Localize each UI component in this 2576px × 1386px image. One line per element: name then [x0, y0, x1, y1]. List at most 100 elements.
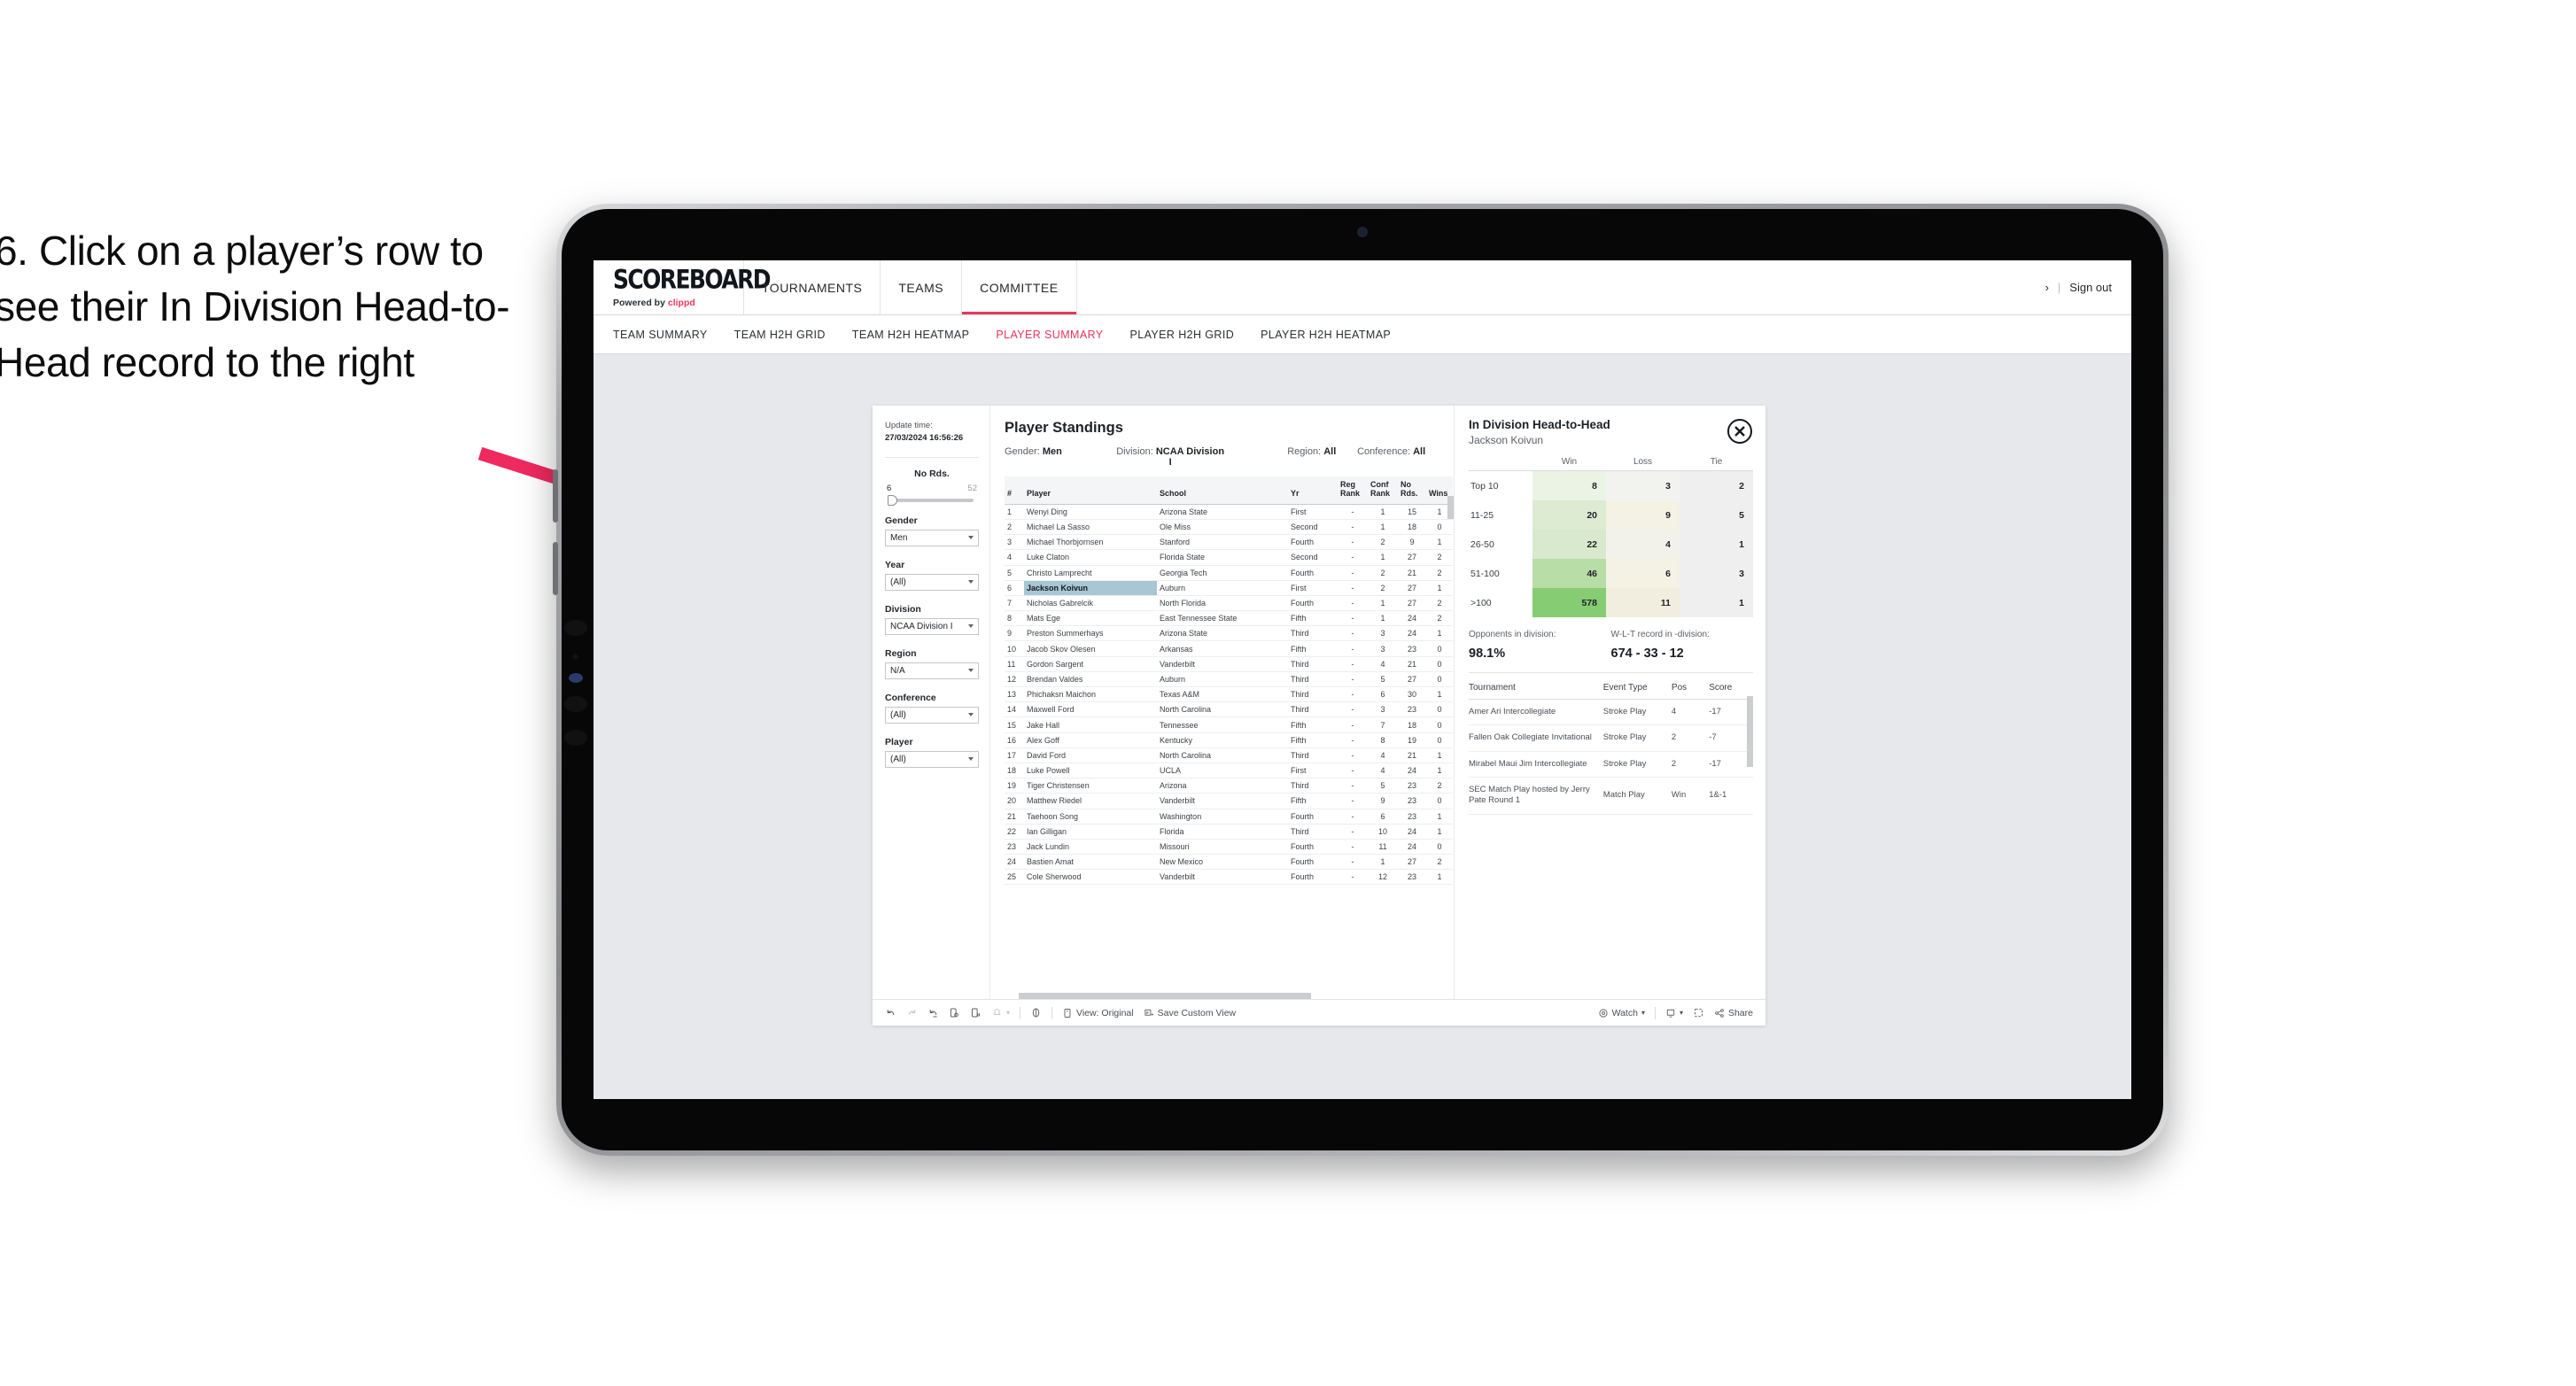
table-row[interactable]: 24 Bastien Amat New Mexico Fourth -1 27 2	[1005, 854, 1453, 871]
table-row[interactable]: 5 Christo Lamprecht Georgia Tech Fourth -2 21…	[1005, 565, 1453, 581]
col-reg-rank[interactable]: Reg Rank	[1338, 476, 1368, 505]
h2h-row[interactable]: Top 10 8 3 2	[1469, 470, 1753, 500]
col-yr[interactable]: Yr	[1288, 476, 1338, 505]
table-row[interactable]: 9 Preston Summerhays Arizona State Third -3 2…	[1005, 625, 1453, 642]
watch-button[interactable]: Watch ▾	[1598, 1008, 1645, 1018]
refresh-data-icon[interactable]	[949, 1007, 960, 1018]
cell-wins: 0	[1426, 732, 1453, 748]
tournament-scrollbar[interactable]	[1747, 696, 1753, 767]
table-row[interactable]: 7 Nicholas Gabrelcik North Florida Fourth -1…	[1005, 595, 1453, 612]
table-row[interactable]: 1 Wenyi Ding Arizona State First -1 15 1	[1005, 504, 1453, 520]
cell-rank: 16	[1005, 732, 1024, 748]
filter-year-select[interactable]: (All)	[885, 573, 979, 591]
table-row[interactable]: 20 Matthew Riedel Vanderbilt Fifth -9 23 0	[1005, 793, 1453, 809]
h2h-row[interactable]: >100 578 11 1	[1469, 588, 1753, 617]
tab-player-h2h-grid[interactable]: PLAYER H2H GRID	[1130, 329, 1235, 341]
tournament-row[interactable]: Fallen Oak Collegiate Invitational Stroke…	[1469, 724, 1753, 752]
table-row[interactable]: 17 David Ford North Carolina Third -4 21 1	[1005, 747, 1453, 763]
slider-track[interactable]	[888, 494, 974, 506]
table-row[interactable]: 11 Gordon Sargent Vanderbilt Third -4 21 0	[1005, 656, 1453, 672]
table-horizontal-scrollbar[interactable]	[1019, 993, 1311, 999]
filter-player-select[interactable]: (All)	[885, 750, 979, 768]
highlight-icon[interactable]	[1030, 1007, 1042, 1018]
tournament-name: SEC Match Play hosted by Jerry Pate Roun…	[1469, 777, 1603, 815]
nav-item-teams[interactable]: TEAMS	[881, 260, 963, 314]
table-row[interactable]: 23 Jack Lundin Missouri Fourth -11 24 0	[1005, 839, 1453, 856]
cell-yr: Third	[1288, 778, 1338, 794]
table-row[interactable]: 3 Michael Thorbjornsen Stanford Fourth -2 9 1	[1005, 534, 1453, 551]
tournament-row[interactable]: Mirabel Maui Jim Intercollegiate Stroke P…	[1469, 751, 1753, 778]
tab-team-summary[interactable]: TEAM SUMMARY	[613, 329, 708, 341]
tab-player-summary[interactable]: PLAYER SUMMARY	[996, 329, 1103, 341]
cell-yr: Fifth	[1288, 610, 1338, 627]
nav-item-tournaments[interactable]: TOURNAMENTS	[744, 260, 881, 314]
h2h-cell-tie: 1	[1680, 588, 1753, 617]
h2h-matrix-body: Top 10 8 3 2 11-25 20 9 5 26-50 22 4 1 51-100 46 6 3 >10…	[1469, 470, 1753, 617]
revert-icon[interactable]	[927, 1007, 939, 1018]
cell-yr: Second	[1288, 549, 1338, 566]
watch-label: Watch	[1611, 1007, 1638, 1018]
h2h-row[interactable]: 51-100 46 6 3	[1469, 559, 1753, 588]
cell-player: David Ford	[1024, 747, 1157, 763]
tournament-row[interactable]: Amer Ari Intercollegiate Stroke Play 4 -17	[1469, 699, 1753, 726]
h2h-row[interactable]: 11-25 20 9 5	[1469, 500, 1753, 530]
filter-region-select[interactable]: N/A	[885, 662, 979, 679]
device-caret-icon: ▾	[1679, 1009, 1683, 1017]
table-row[interactable]: 19 Tiger Christensen Arizona Third -5 23 2	[1005, 778, 1453, 794]
table-vertical-scrollbar[interactable]	[1447, 496, 1454, 519]
table-row[interactable]: 13 Phichaksn Maichon Texas A&M Third -6 30 1	[1005, 686, 1453, 703]
save-custom-view-button[interactable]: Save Custom View	[1144, 1008, 1236, 1018]
device-layout-button[interactable]: ▾	[1665, 1008, 1683, 1018]
table-row[interactable]: 4 Luke Claton Florida State Second -1 27 2	[1005, 549, 1453, 566]
table-row[interactable]: 15 Jake Hall Tennessee Fifth -7 18 0	[1005, 716, 1453, 733]
close-circle-icon[interactable]	[1726, 418, 1753, 445]
table-row[interactable]: 18 Luke Powell UCLA First -4 24 1	[1005, 763, 1453, 779]
filter-conference-select[interactable]: (All)	[885, 706, 979, 724]
table-row[interactable]: 22 Ian Gilligan Florida Third -10 24 1	[1005, 824, 1453, 840]
account-caret-icon[interactable]: ›	[2045, 281, 2049, 294]
no-rounds-slider[interactable]: No Rds. 6 52	[885, 468, 979, 506]
tab-player-h2h-heatmap[interactable]: PLAYER H2H HEATMAP	[1261, 329, 1391, 341]
view-original-button[interactable]: View: Original	[1062, 1008, 1134, 1018]
table-row[interactable]: 2 Michael La Sasso Ole Miss Second -1 18 0	[1005, 519, 1453, 536]
h2h-bucket-label: 26-50	[1469, 530, 1532, 559]
fullscreen-icon[interactable]	[1693, 1007, 1704, 1018]
table-row[interactable]: 8 Mats Ege East Tennessee State Fifth -1 24 2	[1005, 610, 1453, 627]
col-player[interactable]: Player	[1024, 476, 1157, 505]
redo-icon[interactable]	[906, 1007, 918, 1018]
cell-conf: 10	[1368, 824, 1398, 840]
tournament-row[interactable]: SEC Match Play hosted by Jerry Pate Roun…	[1469, 777, 1753, 815]
cell-rds: 15	[1398, 504, 1426, 520]
slider-handle[interactable]	[888, 494, 897, 506]
table-row[interactable]: 14 Maxwell Ford North Carolina Third -3 23 0	[1005, 701, 1453, 718]
h2h-row[interactable]: 26-50 22 4 1	[1469, 530, 1753, 559]
filter-region-value: N/A	[890, 665, 905, 676]
col-school[interactable]: School	[1157, 476, 1288, 505]
table-row[interactable]: 12 Brendan Valdes Auburn Third -5 27 0	[1005, 671, 1453, 688]
cell-wins: 2	[1426, 595, 1453, 612]
tournament-type: Stroke Play	[1602, 751, 1672, 778]
standings-table-wrapper: # Player School Yr Reg Rank Conf Rank No…	[1005, 476, 1454, 989]
filter-gender-select[interactable]: Men	[885, 529, 979, 546]
tab-team-h2h-heatmap[interactable]: TEAM H2H HEATMAP	[852, 329, 970, 341]
col-conf-rank[interactable]: Conf Rank	[1368, 476, 1398, 505]
pause-updates-icon[interactable]	[970, 1007, 982, 1018]
filter-division-label: Division	[885, 603, 921, 615]
col-no-rds[interactable]: No Rds.	[1398, 476, 1426, 505]
share-button[interactable]: Share	[1714, 1008, 1753, 1018]
undo-icon[interactable]	[885, 1007, 896, 1018]
h2h-stats: Opponents in division: 98.1% W-L-T recor…	[1469, 630, 1753, 661]
tab-team-h2h-grid[interactable]: TEAM H2H GRID	[734, 329, 826, 341]
table-row[interactable]: 16 Alex Goff Kentucky Fifth -8 19 0	[1005, 732, 1453, 748]
filter-division-select[interactable]: NCAA Division I	[885, 617, 979, 635]
table-row[interactable]: 10 Jacob Skov Olesen Arkansas Fifth -3 23 0	[1005, 640, 1453, 657]
table-row[interactable]: 6 Jackson Koivun Auburn First -2 27 1	[1005, 580, 1453, 596]
cell-wins: 0	[1426, 839, 1453, 856]
sign-out-link[interactable]: Sign out	[2069, 281, 2112, 294]
col-rank[interactable]: #	[1005, 476, 1024, 505]
table-row[interactable]: 25 Cole Sherwood Vanderbilt Fourth -12 23 1	[1005, 869, 1453, 886]
table-row[interactable]: 21 Taehoon Song Washington Fourth -6 23 1	[1005, 809, 1453, 825]
scoreboard-logo[interactable]: SCOREBOARD Powered by clippd	[594, 260, 772, 314]
alerts-control[interactable]: ▾	[991, 1007, 1010, 1018]
nav-item-committee[interactable]: COMMITTEE	[962, 260, 1077, 314]
